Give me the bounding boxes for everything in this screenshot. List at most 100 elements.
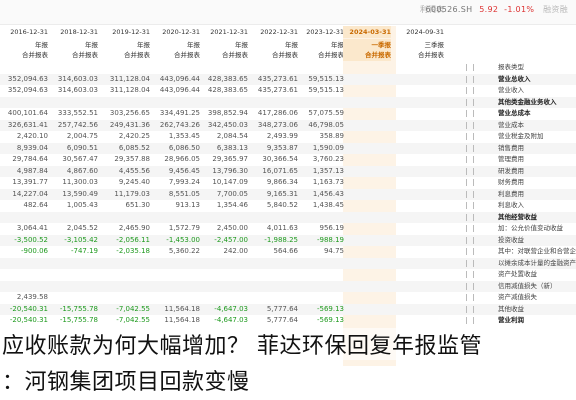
table-row[interactable]: 4,987.84 4,867.60 4,455.56 9,456.45 13,796.3…	[0, 165, 576, 177]
row-label: 研发费用	[498, 166, 524, 175]
row-trend-icon[interactable]	[466, 133, 474, 140]
table-cell: -900.06	[20, 247, 48, 255]
table-cell: 1,353.45	[168, 132, 200, 140]
column-header-basis: 合并报表	[318, 51, 344, 59]
table-cell: -747.19	[70, 247, 98, 255]
table-cell	[396, 143, 444, 155]
row-trend-icon[interactable]	[466, 213, 474, 221]
table-cell	[200, 212, 248, 224]
table-row[interactable]: 信用减值损失（新）	[0, 280, 576, 293]
table-row[interactable]: 2,420.10 2,004.75 2,420.25 1,353.45 2,084.54…	[0, 131, 576, 143]
table-row[interactable]: 3,064.41 2,045.52 2,465.90 1,572.79 2,450.00…	[0, 223, 576, 235]
row-trend-icon[interactable]	[466, 225, 474, 232]
table-row[interactable]: 其他经营收益	[0, 211, 576, 224]
row-trend-icon[interactable]	[466, 87, 474, 94]
table-row[interactable]: 8,939.04 6,090.51 6,085.52 6,086.50 6,383.13…	[0, 142, 576, 155]
table-cell: 13,590.49	[62, 189, 98, 198]
table-cell: 7,700.05	[216, 189, 248, 198]
row-label: 销售费用	[498, 143, 524, 152]
table-cell: 564.66	[273, 247, 299, 255]
row-trend-icon[interactable]	[466, 156, 474, 163]
row-label: 利息收入	[498, 201, 524, 209]
table-cell: -2,056.11	[116, 235, 150, 244]
table-cell	[396, 304, 444, 316]
table-row[interactable]: 352,094.63 314,603.03 311,128.04 443,096.44…	[0, 73, 576, 86]
table-row[interactable]: -900.06 -747.19 -2,035.18 5,360.22 242.00 564…	[0, 246, 576, 258]
table-cell: 334,491.25	[159, 109, 200, 117]
table-cell: 2,004.75	[66, 132, 98, 140]
row-label: 营业成本	[498, 120, 524, 129]
row-trend-icon[interactable]	[466, 121, 474, 129]
table-row[interactable]: -3,500.52 -3,105.42 -2,056.11 -1,453.00 -2,4…	[0, 234, 576, 247]
row-trend-icon[interactable]	[466, 179, 474, 186]
table-cell	[396, 74, 444, 86]
table-row[interactable]: 352,094.63 314,603.03 311,128.04 443,096.44…	[0, 85, 576, 97]
row-trend-icon[interactable]	[466, 98, 474, 106]
table-row[interactable]: 14,227.04 13,590.49 11,179.03 8,551.05 7,700…	[0, 188, 576, 200]
table-cell	[343, 177, 391, 189]
row-trend-icon[interactable]	[466, 190, 474, 198]
table-cell: 2,045.52	[66, 224, 98, 232]
column-header-date[interactable]: 2024-09-31	[396, 26, 444, 38]
table-cell: -4,647.03	[214, 304, 248, 313]
row-trend-icon[interactable]	[466, 317, 474, 324]
table-row[interactable]: 以摊余成本计量的金融资产终止确认收益	[0, 257, 576, 270]
table-cell	[200, 281, 248, 293]
table-cell: 2,439.58	[16, 293, 48, 301]
row-trend-icon[interactable]	[466, 282, 474, 290]
table-cell: 9,866.34	[266, 178, 298, 186]
column-header-date[interactable]: 2018-12-31	[50, 26, 98, 38]
table-cell	[396, 97, 444, 109]
table-cell	[50, 292, 98, 304]
table-row[interactable]: 2,439.58 资产减值损失	[0, 292, 576, 304]
column-header-date[interactable]: 2021-12-31	[200, 26, 248, 38]
row-trend-icon[interactable]	[466, 167, 474, 175]
table-cell: 29,784.64	[12, 155, 48, 163]
row-trend-icon[interactable]	[466, 259, 474, 267]
table-cell: 30,366.54	[262, 155, 298, 163]
table-cell: 3,760.23	[312, 155, 344, 163]
table-cell: 29,357.88	[114, 155, 150, 163]
table-cell	[296, 97, 344, 109]
table-cell: 400,101.64	[7, 109, 48, 117]
table-cell	[152, 292, 200, 304]
row-trend-icon[interactable]	[466, 144, 474, 152]
table-row[interactable]: 13,391.77 11,300.03 9,245.40 7,993.24 10,147…	[0, 177, 576, 189]
table-cell	[296, 258, 344, 270]
stock-ticker: 600526.SH 5.92 -1.01% 融资融	[426, 4, 568, 15]
table-cell: 342,450.03	[207, 120, 248, 129]
column-header-date[interactable]: 2024-03-31	[343, 26, 391, 38]
column-header-date[interactable]: 2020-12-31	[152, 26, 200, 38]
column-header-basis: 合并报表	[174, 51, 200, 59]
table-row[interactable]: 资产处置收益	[0, 269, 576, 281]
row-trend-icon[interactable]	[466, 64, 474, 71]
row-trend-icon[interactable]	[466, 75, 474, 83]
column-header-date[interactable]: 2023-12-31	[296, 26, 344, 38]
table-cell: 314,603.03	[57, 86, 98, 94]
table-row[interactable]: 其他类金融业务收入	[0, 96, 576, 109]
top-bar: 利润表 600526.SH 5.92 -1.01% 融资融	[0, 0, 576, 25]
table-row[interactable]: 29,784.64 30,567.47 29,357.88 28,966.05 29,3…	[0, 154, 576, 166]
headline-line-2: ：河钢集团项目回款变慢	[2, 364, 250, 396]
table-cell	[102, 97, 150, 109]
table-cell	[343, 131, 391, 143]
table-row[interactable]: -20,540.31 -15,755.78 -7,042.55 11,564.18 -4…	[0, 315, 576, 327]
table-row[interactable]: 482.64 1,005.43 651.30 913.13 1,354.46 5,840.…	[0, 200, 576, 212]
row-trend-icon[interactable]	[466, 248, 474, 255]
table-cell	[343, 235, 391, 247]
row-trend-icon[interactable]	[466, 202, 474, 209]
row-trend-icon[interactable]	[466, 110, 474, 117]
column-header-date[interactable]: 2016-12-31	[0, 26, 48, 38]
table-cell	[250, 269, 298, 281]
column-header-basis: 合并报表	[272, 51, 298, 59]
column-header-date[interactable]: 2022-12-31	[250, 26, 298, 38]
table-row[interactable]: -20,540.31 -15,755.78 -7,042.55 11,564.18 -4…	[0, 303, 576, 316]
row-trend-icon[interactable]	[466, 294, 474, 301]
table-row[interactable]: 400,101.64 333,552.51 303,256.65 334,491.25…	[0, 108, 576, 120]
row-trend-icon[interactable]	[466, 271, 474, 278]
table-row[interactable]: 报表类型	[0, 62, 576, 74]
table-row[interactable]: 326,631.41 257,742.56 249,431.36 262,743.26…	[0, 119, 576, 131]
column-header-date[interactable]: 2019-12-31	[102, 26, 150, 38]
row-trend-icon[interactable]	[466, 305, 474, 313]
row-trend-icon[interactable]	[466, 236, 474, 244]
